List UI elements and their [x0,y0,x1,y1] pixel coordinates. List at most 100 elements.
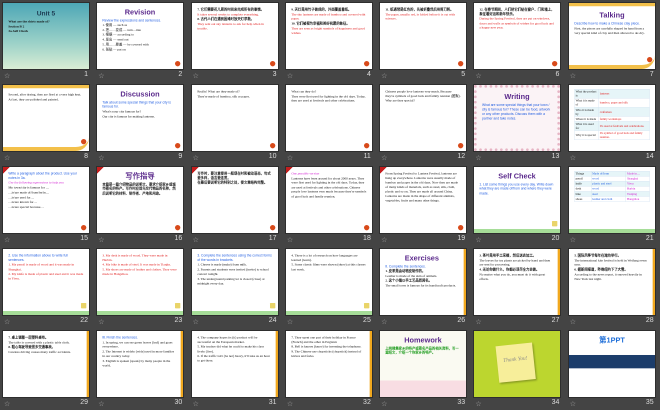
slide-thumbnail-cell[interactable]: Exercises Ⅱ. Complete the sentences. 1. 皮革… [377,246,471,328]
animation-star-icon[interactable]: ☆ [287,236,293,244]
animation-star-icon[interactable]: ☆ [381,236,387,244]
slide-thumbnail-cell[interactable]: 3. 茶叶是用手工采摘，然后送去加工。 The leaves for tea pl… [471,246,565,328]
animation-star-icon[interactable]: ☆ [381,72,387,80]
slide-thumbnail[interactable]: One possible version Lanterns have been a… [285,167,372,233]
slide-thumbnail[interactable]: 12. 在春节期间，人们把它们贴在窗户、门和墙上，象征着好运和新年快乐。 Duri… [474,3,561,69]
animation-star-icon[interactable]: ☆ [193,154,199,162]
slide-thumbnail[interactable]: 9. 天灯是用竹子做成的，外面覆盖着纸。 The sky lanterns are… [285,3,372,69]
animation-star-icon[interactable]: ☆ [381,318,387,326]
slide-thumbnail[interactable]: Write a paragraph about the product. Use… [3,167,89,233]
slide-thumbnail[interactable]: Thank You! [474,331,561,397]
slide-thumbnail[interactable]: Chinese people love lanterns very much. … [380,85,467,151]
slide-thumbnail-cell[interactable]: 12. 在春节期间，人们把它们贴在窗户、门和墙上，象征着好运和新年快乐。 Duri… [471,0,565,82]
animation-star-icon[interactable]: ☆ [98,318,104,326]
slide-thumbnail-cell[interactable]: 第1PPT ☆ 35 [566,328,660,410]
slide-thumbnail-cell[interactable]: Chinese people love lanterns very much. … [377,82,471,164]
slide-thumbnail[interactable]: Writing What are some special things that… [474,85,561,151]
slide-thumbnail-cell[interactable]: 3. My desk is made of wood. They were ma… [94,246,188,328]
slide-thumbnail[interactable]: 3. Complete the sentences using the corr… [191,249,278,315]
slide-thumbnail-cell[interactable]: 5. 国际风筝节每年在潍坊举行。 The international kite f… [566,246,660,328]
animation-star-icon[interactable]: ☆ [98,72,104,80]
slide-thumbnail[interactable]: 3. 茶叶是用手工采摘，然后送去加工。 The leaves for tea pl… [474,249,561,315]
animation-star-icon[interactable]: ☆ [98,154,104,162]
animation-star-icon[interactable]: ☆ [570,318,576,326]
animation-star-icon[interactable]: ☆ [98,400,104,408]
slide-thumbnail[interactable]: Revision Review the expressions and sente… [97,3,184,69]
slide-thumbnail-cell[interactable]: Write a paragraph about the product. Use… [0,164,94,246]
slide-thumbnail-cell[interactable]: Thank You! ☆ 34 [471,328,565,410]
slide-thumbnail-cell[interactable]: Writing What are some special things that… [471,82,565,164]
slide-thumbnail[interactable]: 写作指导 本篇是一篇介绍物品的说明文，要求介绍家乡或城市著名的特产。写作时应首先交… [97,167,184,233]
slide-thumbnail-cell[interactable]: Discussion Talk about some special things… [94,82,188,164]
animation-star-icon[interactable]: ☆ [475,318,481,326]
slide-thumbnail[interactable]: Ⅲ. Finish the sentences. 1. In spring, we… [97,331,184,397]
slide-thumbnail-cell[interactable]: What the product is lanterns What it is ma… [566,82,660,164]
animation-star-icon[interactable]: ☆ [381,400,387,408]
animation-star-icon[interactable]: ☆ [475,154,481,162]
animation-star-icon[interactable]: ☆ [570,154,576,162]
animation-star-icon[interactable]: ☆ [193,400,199,408]
animation-star-icon[interactable]: ☆ [287,154,293,162]
slide-thumbnail-cell[interactable]: 4. There is a lot of research on how lan… [283,246,377,328]
animation-star-icon[interactable]: ☆ [570,72,576,80]
slide-thumbnail-cell[interactable]: Unit 5 What are the shirts made of? Sectio… [0,0,94,82]
animation-star-icon[interactable]: ☆ [287,318,293,326]
slide-thumbnail-cell[interactable]: 7. 桌上铺着一层塑料桌布。 The table is covered with … [0,328,94,410]
slide-thumbnail[interactable]: 7. They spent one part of their holiday … [285,331,372,397]
slide-thumbnail[interactable]: Self Check 1. List some things you use ev… [474,167,561,233]
animation-star-icon[interactable]: ☆ [381,154,387,162]
animation-star-icon[interactable]: ☆ [570,400,576,408]
slide-thumbnail[interactable]: 4. The company hopes its (it) product wi… [191,331,278,397]
slide-thumbnail-cell[interactable]: Homework 上网搜集家乡的特产或著名产品的相关资料，写一篇短文，介绍一个你家… [377,328,471,410]
slide-thumbnail-cell[interactable]: Things Made of/from Made in… pencil wood Shan… [566,164,660,246]
slide-thumbnail[interactable]: Second, after drying, they are fired at … [3,85,89,151]
slide-thumbnail[interactable]: Exercises Ⅱ. Complete the sentences. 1. 皮革… [380,249,467,315]
animation-star-icon[interactable]: ☆ [287,72,293,80]
slide-thumbnail-cell[interactable]: 写作指导 本篇是一篇介绍物品的说明文，要求介绍家乡或城市著名的特产。写作时应首先交… [94,164,188,246]
slide-thumbnail[interactable]: 7. 它们需要花几周的时间来完成所有的事情。 It takes several w… [191,3,278,69]
slide-thumbnail-cell[interactable]: What can they do? They were first used fo… [283,82,377,164]
slide-thumbnail-cell[interactable]: From Spring Festival to Lantern Festival… [377,164,471,246]
slide-thumbnail[interactable]: 7. 桌上铺着一层塑料桌布。 The table is covered with … [3,331,89,397]
animation-star-icon[interactable]: ☆ [4,400,10,408]
slide-thumbnail-cell[interactable]: Second, after drying, they are fired at … [0,82,94,164]
animation-star-icon[interactable]: ☆ [570,236,576,244]
slide-thumbnail[interactable]: 2. Use the information above to write fu… [3,249,89,315]
slide-thumbnail-cell[interactable]: One possible version Lanterns have been a… [283,164,377,246]
slide-thumbnail[interactable]: Really! What are they made of? They're ma… [191,85,278,151]
slide-thumbnail-cell[interactable]: 9. 天灯是用竹子做成的，外面覆盖着纸。 The sky lanterns are… [283,0,377,82]
animation-star-icon[interactable]: ☆ [475,236,481,244]
animation-star-icon[interactable]: ☆ [193,72,199,80]
slide-thumbnail-cell[interactable]: Self Check 1. List some things you use ev… [471,164,565,246]
slide-thumbnail[interactable]: Talking Describe how to make a Chinese cl… [568,3,655,69]
slide-thumbnail[interactable]: What can they do? They were first used fo… [285,85,372,151]
animation-star-icon[interactable]: ☆ [287,400,293,408]
slide-thumbnail-cell[interactable]: Talking Describe how to make a Chinese cl… [566,0,660,82]
slide-thumbnail-cell[interactable]: Revision Review the expressions and sente… [94,0,188,82]
slide-thumbnail-cell[interactable]: Really! What are they made of? They're ma… [189,82,283,164]
slide-thumbnail[interactable]: 3. My desk is made of wood. They were ma… [97,249,184,315]
slide-thumbnail[interactable]: Homework 上网搜集家乡的特产或著名产品的相关资料，写一篇短文，介绍一个你家… [380,331,467,397]
slide-thumbnail-cell[interactable]: 7. They spent one part of their holiday … [283,328,377,410]
slide-thumbnail[interactable]: 5. 国际风筝节每年在潍坊举行。 The international kite f… [568,249,655,315]
slide-thumbnail-cell[interactable]: 3. Complete the sentences using the corr… [189,246,283,328]
animation-star-icon[interactable]: ☆ [4,154,10,162]
slide-thumbnail[interactable]: From Spring Festival to Lantern Festival… [380,167,467,233]
slide-thumbnail[interactable]: 第1PPT [568,331,655,397]
animation-star-icon[interactable]: ☆ [98,236,104,244]
slide-thumbnail[interactable]: What the product is lanterns What it is ma… [568,85,655,151]
animation-star-icon[interactable]: ☆ [475,72,481,80]
animation-star-icon[interactable]: ☆ [193,236,199,244]
animation-star-icon[interactable]: ☆ [475,400,481,408]
animation-star-icon[interactable]: ☆ [193,318,199,326]
slide-thumbnail[interactable]: Things Made of/from Made in… pencil wood Shan… [568,167,655,233]
slide-thumbnail[interactable]: 11. 纸通常是红色的，先被折叠然后用剪刀剪。 The paper, usuall… [380,3,467,69]
slide-thumbnail-cell[interactable]: 写作时，要注意使用一般现在时和被动语态，句式要多样，语言要连贯。 在最后要说明它的… [189,164,283,246]
slide-thumbnail[interactable]: 写作时，要注意使用一般现在时和被动语态，句式要多样，语言要连贯。 在最后要说明它的… [191,167,278,233]
slide-thumbnail[interactable]: Unit 5 What are the shirts made of? Sectio… [3,3,89,69]
slide-thumbnail-cell[interactable]: Ⅲ. Finish the sentences. 1. In spring, we… [94,328,188,410]
slide-thumbnail-cell[interactable]: 2. Use the information above to write fu… [0,246,94,328]
animation-star-icon[interactable]: ☆ [4,236,10,244]
animation-star-icon[interactable]: ☆ [4,72,10,80]
slide-thumbnail[interactable]: 4. There is a lot of research on how lan… [285,249,372,315]
